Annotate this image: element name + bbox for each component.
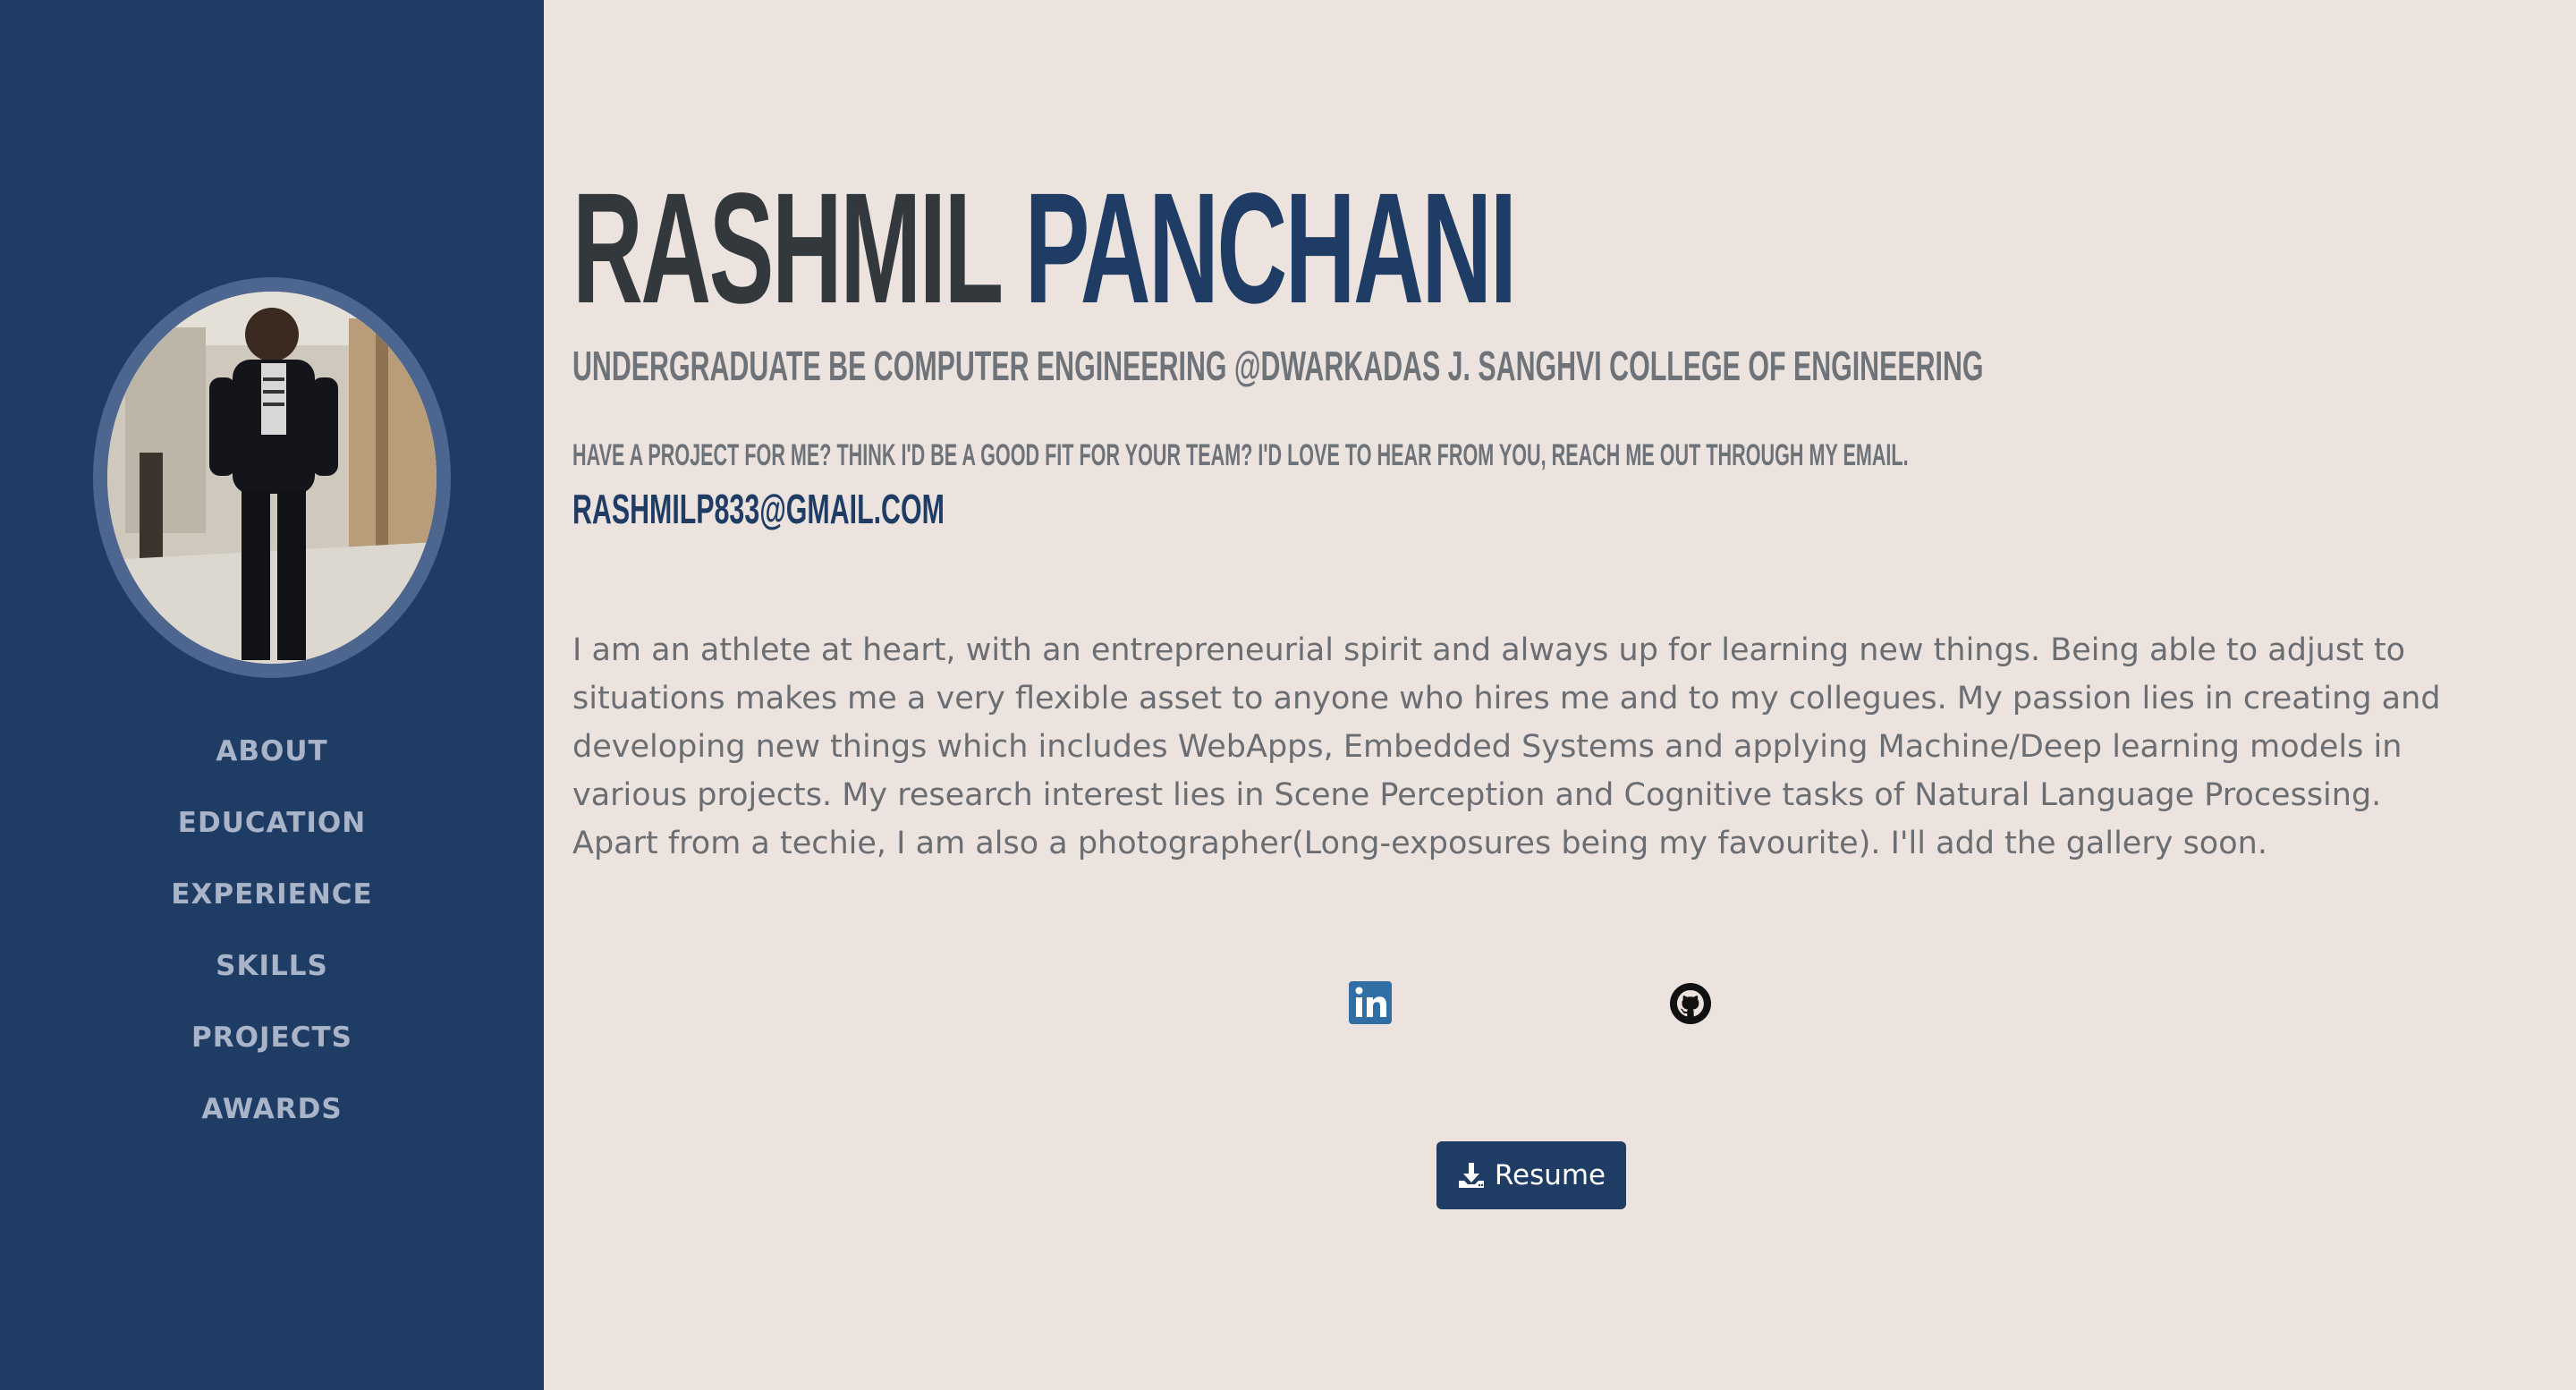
github-icon	[1670, 983, 1711, 1024]
nav-link-projects[interactable]: PROJECTS	[191, 1021, 352, 1054]
nav-item-awards: AWARDS	[0, 1073, 544, 1145]
download-icon	[1458, 1163, 1484, 1188]
nav-link-experience[interactable]: EXPERIENCE	[171, 878, 372, 911]
nav-link-education[interactable]: EDUCATION	[178, 807, 366, 839]
github-link[interactable]	[1669, 982, 1712, 1025]
nav-item-about: ABOUT	[0, 716, 544, 787]
bio-paragraph: I am an athlete at heart, with an entrep…	[572, 632, 2441, 861]
nav-link-about[interactable]: ABOUT	[216, 735, 327, 767]
subheading: UNDERGRADUATE BE COMPUTER ENGINEERING @D…	[572, 343, 1984, 389]
profile-photo	[107, 292, 436, 664]
nav-item-projects: PROJECTS	[0, 1002, 544, 1073]
email-link[interactable]: RASHMILP833@GMAIL.COM	[572, 487, 945, 531]
page-title: RASHMIL PANCHANI	[572, 170, 1517, 327]
profile-photo-image	[107, 292, 436, 664]
nav-link-skills[interactable]: SKILLS	[216, 950, 328, 982]
resume-button-label: Resume	[1494, 1159, 1606, 1191]
nav-item-education: EDUCATION	[0, 787, 544, 859]
linkedin-link[interactable]	[1349, 981, 1392, 1024]
nav-item-skills: SKILLS	[0, 930, 544, 1002]
sidebar: ABOUT EDUCATION EXPERIENCE SKILLS PROJEC…	[0, 0, 544, 1390]
first-name: RASHMIL	[572, 161, 1002, 336]
contact-prompt: HAVE A PROJECT FOR ME? THINK I'D BE A GO…	[572, 438, 1909, 472]
nav-link-awards[interactable]: AWARDS	[201, 1093, 342, 1125]
nav-item-experience: EXPERIENCE	[0, 859, 544, 930]
linkedin-icon	[1349, 981, 1392, 1024]
sidebar-nav: ABOUT EDUCATION EXPERIENCE SKILLS PROJEC…	[0, 716, 544, 1145]
profile-photo-frame	[93, 277, 451, 678]
resume-download-button[interactable]: Resume	[1436, 1141, 1626, 1209]
last-name: PANCHANI	[1024, 161, 1517, 336]
